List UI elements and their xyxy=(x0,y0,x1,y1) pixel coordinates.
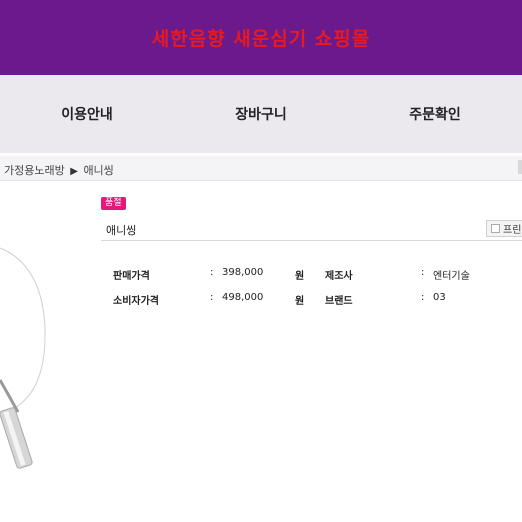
consumer-price-currency: 원 xyxy=(295,296,305,307)
divider xyxy=(101,240,522,241)
breadcrumb: 가정용노래방 ▶ 애니씽 xyxy=(4,162,114,178)
consumer-price-label: 소비자가격 xyxy=(113,296,159,307)
nav-item-cart[interactable]: 장바구니 xyxy=(174,104,348,124)
brand-value: 03 xyxy=(433,292,446,303)
maker-colon: : xyxy=(421,267,425,278)
maker-value: 엔터기술 xyxy=(433,271,470,282)
brand-label: 브랜드 xyxy=(325,296,353,307)
consumer-price-value: 498,000 xyxy=(222,292,264,303)
sale-price-value: 398,000 xyxy=(222,267,264,278)
soldout-badge: 품절 xyxy=(101,197,126,210)
print-label: 프린 xyxy=(503,225,522,236)
maker-label: 제조사 xyxy=(325,271,353,282)
print-icon xyxy=(491,224,500,233)
sale-price-label: 판매가격 xyxy=(113,271,150,282)
nav-item-guide[interactable]: 이용안내 xyxy=(0,104,174,124)
print-button[interactable]: 프린 xyxy=(486,220,522,237)
nav-item-order-check[interactable]: 주문확인 xyxy=(348,104,522,124)
breadcrumb-category[interactable]: 가정용노래방 xyxy=(4,164,65,177)
consumer-price-colon: : xyxy=(210,292,214,303)
product-name: 애니씽 xyxy=(106,224,137,237)
site-title[interactable]: 세한음향 새운심기 쇼핑몰 xyxy=(152,24,371,51)
scrollbar-edge xyxy=(518,160,522,174)
breadcrumb-arrow-icon: ▶ xyxy=(70,166,78,177)
main-nav: 이용안내 장바구니 주문확인 xyxy=(0,75,522,153)
brand-colon: : xyxy=(421,292,425,303)
breadcrumb-current: 애니씽 xyxy=(83,164,114,177)
sale-price-currency: 원 xyxy=(295,271,305,282)
sale-price-colon: : xyxy=(210,267,214,278)
site-header: 세한음향 새운심기 쇼핑몰 xyxy=(0,0,522,75)
product-image xyxy=(0,247,46,469)
